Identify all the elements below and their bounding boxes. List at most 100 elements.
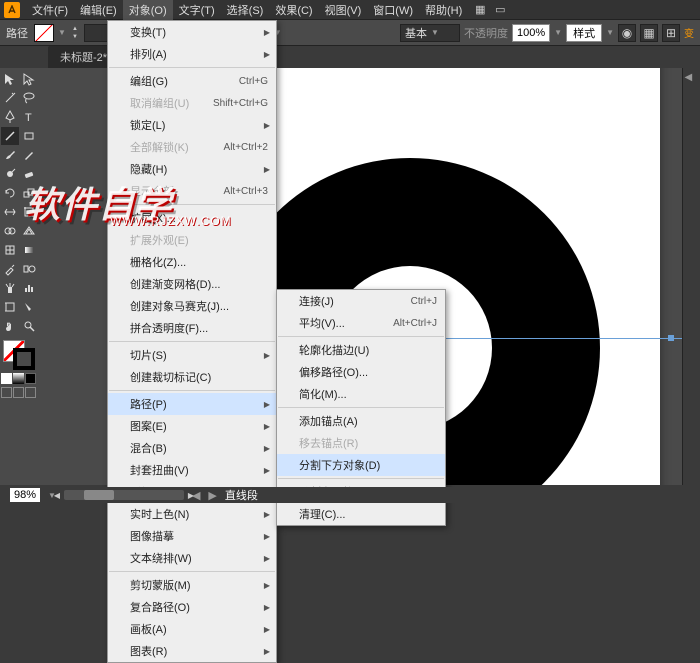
fill-swatch[interactable] [34,24,54,42]
zoom-level[interactable]: 98% [10,488,40,502]
graphic-style[interactable]: 样式 [566,24,602,42]
menu-选择S[interactable]: 选择(S) [221,0,270,20]
blob-brush-tool[interactable] [1,165,19,183]
transform-label: 变 [684,25,694,40]
line-tool[interactable] [1,127,19,145]
menu-item[interactable]: 切片(S) [108,344,276,366]
app-icon [4,2,20,18]
direct-selection-tool[interactable] [20,70,38,88]
document-tab-bar: 未标题-2* × [0,46,700,68]
recolor-button[interactable]: ◉ [618,24,636,42]
fill-stroke-indicator[interactable] [1,340,37,370]
selection-tool[interactable] [1,70,19,88]
pencil-tool[interactable] [20,146,38,164]
menu-item[interactable]: 变换(T) [108,21,276,43]
menu-item[interactable]: 扩展(X)... [108,207,276,229]
menu-item[interactable]: 添加锚点(A) [277,410,445,432]
scrollbar-thumb[interactable] [84,490,114,500]
menu-item[interactable]: 偏移路径(O)... [277,361,445,383]
menu-item[interactable]: 轮廓化描边(U) [277,339,445,361]
menu-对象O[interactable]: 对象(O) [123,0,173,20]
artboard-nav-next[interactable]: ▶ [208,489,216,502]
lasso-tool[interactable] [20,89,38,107]
menu-item[interactable]: 连接(J)Ctrl+J [277,290,445,312]
menu-item[interactable]: 分割下方对象(D) [277,454,445,476]
menu-item[interactable]: 路径(P) [108,393,276,415]
menu-item: 显示全部Alt+Ctrl+3 [108,180,276,202]
eraser-tool[interactable] [20,165,38,183]
menu-item[interactable]: 创建裁切标记(C) [108,366,276,388]
arrange-icon[interactable]: ▭ [492,2,508,18]
blend-tool[interactable] [20,260,38,278]
menu-item[interactable]: 简化(M)... [277,383,445,405]
panel-toggle-icon[interactable]: ◀ [685,72,699,86]
color-mode-switches[interactable] [1,373,37,384]
menu-编辑E[interactable]: 编辑(E) [74,0,123,20]
menu-文字T[interactable]: 文字(T) [173,0,221,20]
menu-视图V[interactable]: 视图(V) [319,0,368,20]
opacity-label: 不透明度 [464,25,508,41]
menu-item[interactable]: 编组(G)Ctrl+G [108,70,276,92]
menu-item[interactable]: 剪切蒙版(M) [108,574,276,596]
hand-tool[interactable] [1,317,19,335]
column-graph-tool[interactable] [20,279,38,297]
menu-item: 取消编组(U)Shift+Ctrl+G [108,92,276,114]
slice-tool[interactable] [20,298,38,316]
opacity-input[interactable]: 100% [512,24,550,42]
rotate-tool[interactable] [1,184,19,202]
paintbrush-tool[interactable] [1,146,19,164]
menu-item[interactable]: 平均(V)...Alt+Ctrl+J [277,312,445,334]
brush-definition[interactable]: 基本▼ [400,24,460,42]
menu-item[interactable]: 拼合透明度(F)... [108,317,276,339]
magic-wand-tool[interactable] [1,89,19,107]
menu-item[interactable]: 隐藏(H) [108,158,276,180]
menu-文件F[interactable]: 文件(F) [26,0,74,20]
stroke-indicator[interactable] [13,348,35,370]
shape-builder-tool[interactable] [1,222,19,240]
perspective-grid-tool[interactable] [20,222,38,240]
menu-item[interactable]: 混合(B) [108,437,276,459]
menu-item[interactable]: 实时上色(N) [108,503,276,525]
menu-item[interactable]: 图案(E) [108,415,276,437]
menu-item[interactable]: 画板(A) [108,618,276,640]
gradient-tool[interactable] [20,241,38,259]
menu-帮助H[interactable]: 帮助(H) [419,0,468,20]
type-tool[interactable]: T [20,108,38,126]
menu-item[interactable]: 复合路径(O) [108,596,276,618]
menu-item[interactable]: 创建渐变网格(D)... [108,273,276,295]
style-caret[interactable]: ▼ [606,28,614,37]
width-tool[interactable] [1,203,19,221]
menu-item[interactable]: 文本绕排(W) [108,547,276,569]
menu-item[interactable]: 创建对象马赛克(J)... [108,295,276,317]
opacity-caret[interactable]: ▼ [554,28,562,37]
control-label: 路径 [6,25,28,41]
transform-button[interactable]: ⊞ [662,24,680,42]
menu-item[interactable]: 封套扭曲(V) [108,459,276,481]
current-tool-label: 直线段 [225,487,258,503]
menu-窗口W[interactable]: 窗口(W) [367,0,419,20]
scale-tool[interactable] [20,184,38,202]
eyedropper-tool[interactable] [1,260,19,278]
symbol-sprayer-tool[interactable] [1,279,19,297]
rectangle-tool[interactable] [20,127,38,145]
pen-tool[interactable] [1,108,19,126]
menu-item[interactable]: 排列(A) [108,43,276,65]
menu-item[interactable]: 栅格化(Z)... [108,251,276,273]
artboard-tool[interactable] [1,298,19,316]
menu-item[interactable]: 清理(C)... [277,503,445,525]
bridge-icon[interactable]: ▦ [472,2,488,18]
menu-item[interactable]: 锁定(L) [108,114,276,136]
swatch-caret[interactable]: ▼ [58,28,66,37]
mesh-tool[interactable] [1,241,19,259]
stroke-nudger[interactable]: ▲▼ [70,24,80,42]
zoom-tool[interactable] [20,317,38,335]
anchor-point[interactable] [668,335,674,341]
screen-mode-switches[interactable] [1,387,37,398]
free-transform-tool[interactable] [20,203,38,221]
menu-效果C[interactable]: 效果(C) [269,0,318,20]
menu-item[interactable]: 图表(R) [108,640,276,662]
horizontal-scrollbar[interactable] [64,490,184,500]
menubar-extra-icons: ▦ ▭ [472,2,508,18]
menu-item[interactable]: 图像描摹 [108,525,276,547]
align-button[interactable]: ▦ [640,24,658,42]
